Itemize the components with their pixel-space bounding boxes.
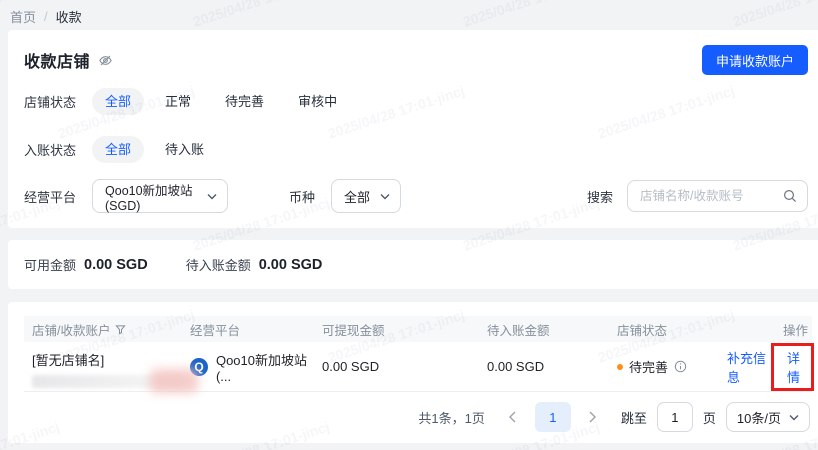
next-page-icon[interactable] bbox=[581, 405, 605, 429]
available-amount-value: 0.00 SGD bbox=[84, 256, 148, 273]
table-header: 店铺/收款账户 经营平台 可提现金额 待入账金额 店铺状态 操作 bbox=[24, 316, 812, 342]
pending-amount-value: 0.00 SGD bbox=[258, 256, 323, 273]
search-label: 搜索 bbox=[586, 189, 613, 205]
breadcrumb: 首页 / 收款 bbox=[10, 7, 82, 26]
shop-status-label: 店铺状态 bbox=[24, 94, 77, 110]
page-size-value: 10条/页 bbox=[736, 410, 781, 426]
search-icon[interactable] bbox=[783, 189, 797, 203]
shop-name: [暂无店铺名] bbox=[32, 353, 105, 368]
summary-card: 可用金额 0.00 SGD 待入账金额 0.00 SGD bbox=[8, 240, 818, 289]
info-icon[interactable] bbox=[674, 360, 687, 373]
entry-status-option-pending[interactable]: 待入账 bbox=[152, 136, 217, 163]
title-row: 收款店铺 申请收款账户 bbox=[24, 44, 808, 76]
shop-status-option-normal[interactable]: 正常 bbox=[152, 88, 204, 115]
table-card: 店铺/收款账户 经营平台 可提现金额 待入账金额 店铺状态 操作 [暂无店铺名] bbox=[8, 302, 818, 443]
platform-name: Qoo10新加坡站(... bbox=[215, 352, 308, 384]
withdrawable-cell: 0.00 SGD bbox=[322, 359, 380, 374]
redacted-account bbox=[32, 369, 198, 393]
search-input[interactable] bbox=[640, 189, 783, 203]
status-cell: 待完善 bbox=[617, 357, 727, 376]
breadcrumb-current: 收款 bbox=[55, 10, 82, 25]
search-group: 搜索 bbox=[587, 180, 808, 212]
platform-select-value: Qoo10新加坡站(SGD) bbox=[105, 183, 193, 213]
col-shop-status: 店铺状态 bbox=[617, 323, 668, 338]
pending-cell: 0.00 SGD bbox=[487, 359, 545, 374]
col-pending: 待入账金额 bbox=[487, 323, 550, 338]
redaction-blur-pink bbox=[150, 369, 198, 393]
apply-payment-account-button[interactable]: 申请收款账户 bbox=[701, 45, 808, 75]
page-title: 收款店铺 bbox=[24, 54, 91, 71]
shop-status-filter: 店铺状态 全部 正常 待完善 审核中 bbox=[24, 87, 808, 115]
currency-label: 币种 bbox=[289, 189, 316, 205]
table-row: [暂无店铺名] Q Qoo10新加坡站(... 0.00 SGD 0.00 SG… bbox=[24, 342, 812, 393]
status-dot bbox=[617, 363, 623, 370]
breadcrumb-home[interactable]: 首页 bbox=[10, 7, 36, 26]
col-platform: 经营平台 bbox=[190, 323, 241, 338]
search-input-box bbox=[627, 180, 808, 212]
shop-status-option-all[interactable]: 全部 bbox=[92, 87, 145, 115]
status-badge: 待完善 bbox=[629, 360, 669, 375]
shop-status-option-incomplete[interactable]: 待完善 bbox=[212, 88, 277, 115]
page-size-select[interactable]: 10条/页 bbox=[725, 402, 810, 432]
chevron-down-icon bbox=[789, 414, 799, 421]
filter-funnel-icon[interactable] bbox=[115, 324, 127, 335]
col-shop-account: 店铺/收款账户 bbox=[32, 323, 111, 338]
col-actions: 操作 bbox=[782, 323, 808, 338]
eye-off-icon[interactable] bbox=[98, 53, 113, 68]
available-amount-label: 可用金额 bbox=[24, 258, 77, 273]
supplement-info-link[interactable]: 补充信息 bbox=[727, 348, 773, 386]
actions-cell: 补充信息 详情 bbox=[727, 348, 812, 386]
shop-status-option-reviewing[interactable]: 审核中 bbox=[285, 88, 350, 115]
pagination: 共1条，1页 1 跳至 页 10条/页 bbox=[24, 402, 810, 432]
payment-shops-page: 2025/04/28 17:01-jincj 2025/04/28 17:01-j… bbox=[0, 0, 818, 450]
platform-cell: Q Qoo10新加坡站(... bbox=[190, 350, 322, 384]
page-unit-label: 页 bbox=[702, 410, 716, 426]
pending-amount-label: 待入账金额 bbox=[185, 258, 251, 273]
chevron-down-icon bbox=[207, 193, 217, 200]
platform-select[interactable]: Qoo10新加坡站(SGD) bbox=[92, 179, 229, 213]
jump-to-input[interactable] bbox=[656, 402, 693, 432]
platform-filter-row: 经营平台 Qoo10新加坡站(SGD) 币种 全部 搜索 bbox=[24, 179, 808, 213]
chevron-down-icon bbox=[380, 193, 390, 200]
platform-label: 经营平台 bbox=[24, 189, 77, 205]
page-1-button[interactable]: 1 bbox=[534, 402, 571, 432]
col-withdrawable: 可提现金额 bbox=[322, 323, 385, 338]
summary-row: 可用金额 0.00 SGD 待入账金额 0.00 SGD bbox=[24, 240, 808, 289]
prev-page-icon[interactable] bbox=[501, 405, 525, 429]
currency-select-value: 全部 bbox=[344, 189, 371, 205]
pagination-total: 共1条，1页 bbox=[418, 410, 485, 426]
currency-select[interactable]: 全部 bbox=[331, 179, 402, 213]
shop-cell: [暂无店铺名] bbox=[24, 342, 198, 393]
entry-status-label: 入账状态 bbox=[24, 142, 77, 158]
filters-card: 收款店铺 申请收款账户 店铺状态 全部 正常 待完善 审核中 入账状态 全部 待… bbox=[8, 30, 818, 228]
jump-to-label: 跳至 bbox=[620, 410, 647, 426]
entry-status-option-all[interactable]: 全部 bbox=[92, 135, 145, 163]
breadcrumb-separator: / bbox=[44, 9, 48, 24]
entry-status-filter: 入账状态 全部 待入账 bbox=[24, 135, 808, 163]
details-link[interactable]: 详情 bbox=[787, 348, 810, 386]
